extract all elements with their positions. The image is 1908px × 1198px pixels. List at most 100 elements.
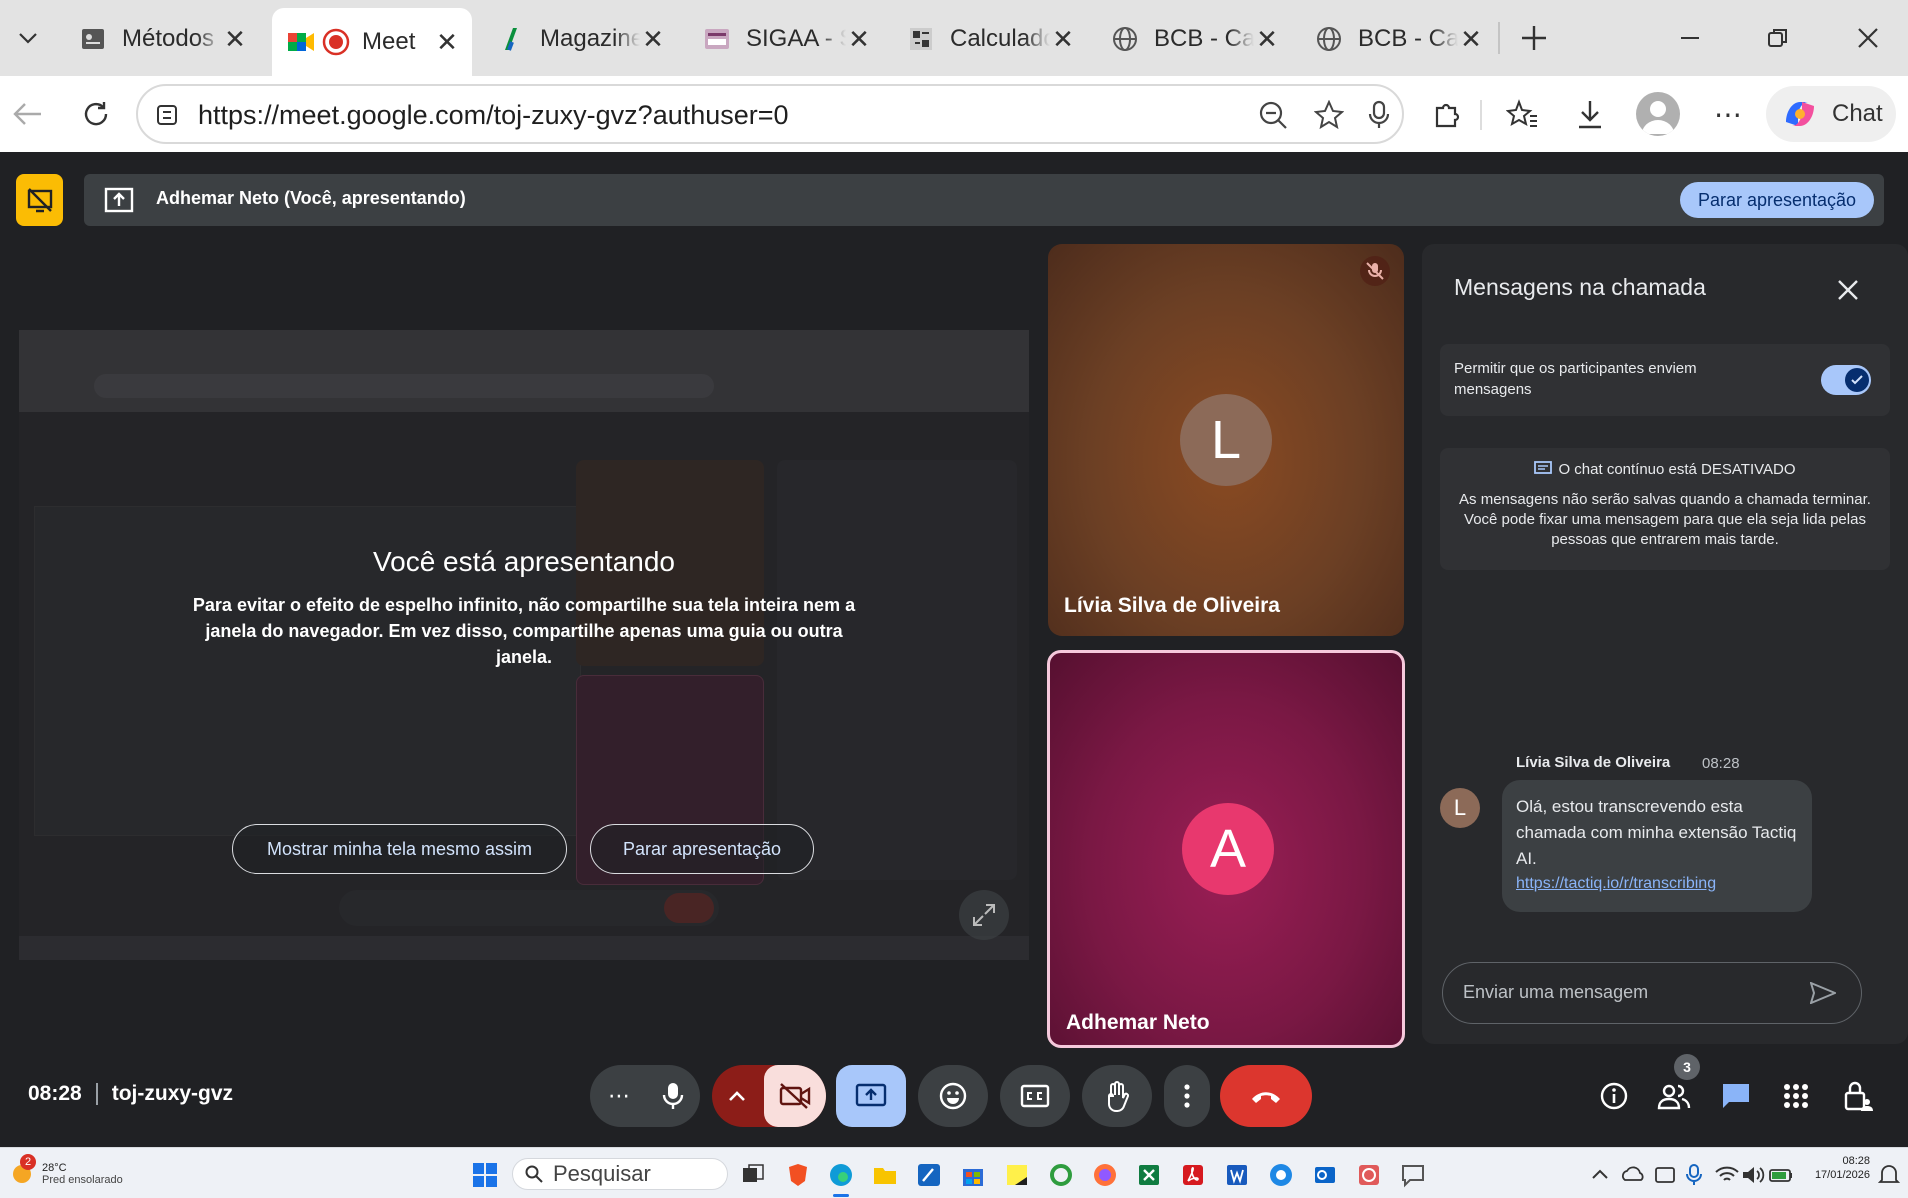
chevron-up-icon bbox=[729, 1091, 745, 1101]
zoom-out-icon[interactable] bbox=[1256, 98, 1290, 132]
host-controls-button[interactable] bbox=[1836, 1074, 1880, 1118]
present-button[interactable] bbox=[836, 1065, 906, 1127]
weather-widget[interactable]: 2 28°C Pred ensolarado bbox=[8, 1154, 138, 1194]
volume-icon[interactable] bbox=[1740, 1162, 1766, 1188]
onedrive-icon[interactable] bbox=[1620, 1162, 1646, 1188]
app-icon-green-ring[interactable] bbox=[1048, 1162, 1074, 1188]
allow-messages-toggle[interactable] bbox=[1821, 365, 1871, 395]
favorites-icon[interactable] bbox=[1502, 94, 1542, 134]
word-icon[interactable] bbox=[1224, 1162, 1250, 1188]
microphone-icon[interactable] bbox=[1362, 98, 1396, 132]
app-tray-icon[interactable] bbox=[1652, 1162, 1678, 1188]
stop-presenting-button[interactable]: Parar apresentação bbox=[1680, 182, 1874, 218]
people-button[interactable] bbox=[1652, 1074, 1696, 1118]
task-view-icon[interactable] bbox=[740, 1162, 766, 1188]
captions-button[interactable] bbox=[1000, 1065, 1070, 1127]
more-menu-icon[interactable]: ⋯ bbox=[1708, 94, 1748, 134]
close-tab-icon[interactable]: ✕ bbox=[434, 27, 460, 57]
new-tab-button[interactable] bbox=[1514, 18, 1554, 58]
acrobat-icon[interactable] bbox=[1180, 1162, 1206, 1188]
close-tab-icon[interactable]: ✕ bbox=[640, 24, 666, 54]
outlook-icon[interactable] bbox=[1312, 1162, 1338, 1188]
app-icon-blue-pen[interactable] bbox=[916, 1162, 942, 1188]
participant-tile-adhemar[interactable]: A Adhemar Neto bbox=[1047, 650, 1405, 1048]
close-window-button[interactable] bbox=[1848, 18, 1888, 58]
minimize-button[interactable] bbox=[1670, 18, 1710, 58]
send-button[interactable] bbox=[1807, 977, 1839, 1009]
more-options-button[interactable] bbox=[1164, 1065, 1210, 1127]
tab-list-button[interactable] bbox=[8, 18, 48, 58]
copilot-chat-button[interactable]: Chat bbox=[1766, 86, 1896, 142]
close-tab-icon[interactable]: ✕ bbox=[1254, 24, 1280, 54]
close-tab-icon[interactable]: ✕ bbox=[1050, 24, 1076, 54]
tab-sigaa[interactable]: SIGAA - S ✕ bbox=[690, 8, 884, 70]
expand-icon[interactable] bbox=[959, 890, 1009, 940]
profile-avatar[interactable] bbox=[1636, 92, 1680, 136]
site-info-icon[interactable] bbox=[152, 100, 182, 130]
reload-button[interactable] bbox=[76, 94, 116, 134]
wifi-icon[interactable] bbox=[1714, 1162, 1740, 1188]
video-options-icon[interactable] bbox=[716, 1075, 758, 1117]
captions-icon bbox=[1020, 1084, 1050, 1108]
back-button[interactable] bbox=[8, 94, 48, 134]
presentation-preview: Você está apresentando Para evitar o efe… bbox=[19, 330, 1029, 960]
message-avatar: L bbox=[1440, 788, 1480, 828]
star-icon[interactable] bbox=[1312, 98, 1346, 132]
store-icon[interactable] bbox=[960, 1162, 986, 1188]
audio-options-icon[interactable]: ⋯ bbox=[598, 1075, 640, 1117]
taskbar-search[interactable]: Pesquisar bbox=[512, 1158, 728, 1190]
magazine-icon bbox=[496, 24, 526, 54]
reactions-button[interactable] bbox=[918, 1065, 988, 1127]
tab-meet[interactable]: Meet ✕ bbox=[272, 8, 472, 76]
tab-title: Calculado bbox=[950, 25, 1050, 52]
battery-icon[interactable] bbox=[1768, 1162, 1794, 1188]
tab-bcb-2[interactable]: BCB - Cal ✕ bbox=[1302, 8, 1496, 70]
chat-label: Chat bbox=[1832, 100, 1883, 127]
notifications-icon[interactable] bbox=[1878, 1162, 1904, 1188]
avatar-initial: L bbox=[1453, 795, 1467, 820]
close-tab-icon[interactable]: ✕ bbox=[846, 24, 872, 54]
edge-icon[interactable] bbox=[828, 1162, 854, 1188]
extensions-icon[interactable] bbox=[1426, 94, 1466, 134]
excel-icon[interactable] bbox=[1136, 1162, 1162, 1188]
microphone-button[interactable] bbox=[648, 1071, 698, 1121]
snipping-tool-icon[interactable] bbox=[1356, 1162, 1382, 1188]
close-chat-button[interactable] bbox=[1828, 270, 1868, 310]
chat-app-icon[interactable] bbox=[1400, 1162, 1426, 1188]
show-screen-anyway-button[interactable]: Mostrar minha tela mesmo assim bbox=[232, 824, 567, 874]
presenter-banner: Adhemar Neto (Você, apresentando) Parar … bbox=[84, 174, 1884, 226]
stop-presenting-overlay-button[interactable]: Parar apresentação bbox=[590, 824, 814, 874]
restore-button[interactable] bbox=[1758, 18, 1798, 58]
windows-start-icon[interactable] bbox=[472, 1162, 498, 1188]
chat-button[interactable] bbox=[1714, 1074, 1758, 1118]
tab-magazine[interactable]: Magazine ✕ bbox=[484, 8, 678, 70]
tab-calculadora[interactable]: Calculado ✕ bbox=[894, 8, 1088, 70]
sticky-notes-icon[interactable] bbox=[1004, 1162, 1030, 1188]
leave-call-button[interactable] bbox=[1220, 1065, 1312, 1127]
allow-messages-row: Permitir que os participantes enviem men… bbox=[1440, 344, 1890, 416]
activities-button[interactable] bbox=[1774, 1074, 1818, 1118]
download-icon[interactable] bbox=[1570, 94, 1610, 134]
mic-tray-icon[interactable] bbox=[1684, 1162, 1710, 1188]
brave-icon[interactable] bbox=[785, 1162, 811, 1188]
tab-metodos[interactable]: Métodos ✕ bbox=[66, 8, 260, 70]
close-tab-icon[interactable]: ✕ bbox=[1458, 24, 1484, 54]
camera-off-button[interactable] bbox=[764, 1065, 826, 1127]
participant-tile-livia[interactable]: L Lívia Silva de Oliveira bbox=[1048, 244, 1404, 636]
close-tab-icon[interactable]: ✕ bbox=[222, 24, 248, 54]
clock[interactable]: 08:28 17/01/2026 bbox=[1800, 1155, 1870, 1181]
url-field[interactable]: https://meet.google.com/toj-zuxy-gvz?aut… bbox=[136, 84, 1404, 144]
message-link[interactable]: https://tactiq.io/r/transcribing bbox=[1516, 872, 1798, 896]
message-input[interactable]: Enviar uma mensagem bbox=[1442, 962, 1862, 1024]
raise-hand-button[interactable] bbox=[1082, 1065, 1152, 1127]
firefox-icon[interactable] bbox=[1092, 1162, 1118, 1188]
participant-name: Adhemar Neto bbox=[1066, 1011, 1210, 1034]
tab-bcb-1[interactable]: BCB - Cal ✕ bbox=[1098, 8, 1292, 70]
document-icon bbox=[78, 24, 108, 54]
tab-title: BCB - Cal bbox=[1358, 25, 1458, 52]
show-hidden-icons[interactable] bbox=[1590, 1162, 1616, 1188]
meeting-details-button[interactable] bbox=[1592, 1074, 1636, 1118]
windows-taskbar: 2 28°C Pred ensolarado Pesquisar 08:28 1… bbox=[0, 1147, 1908, 1198]
file-explorer-icon[interactable] bbox=[872, 1162, 898, 1188]
app-icon-blue-shield[interactable] bbox=[1268, 1162, 1294, 1188]
